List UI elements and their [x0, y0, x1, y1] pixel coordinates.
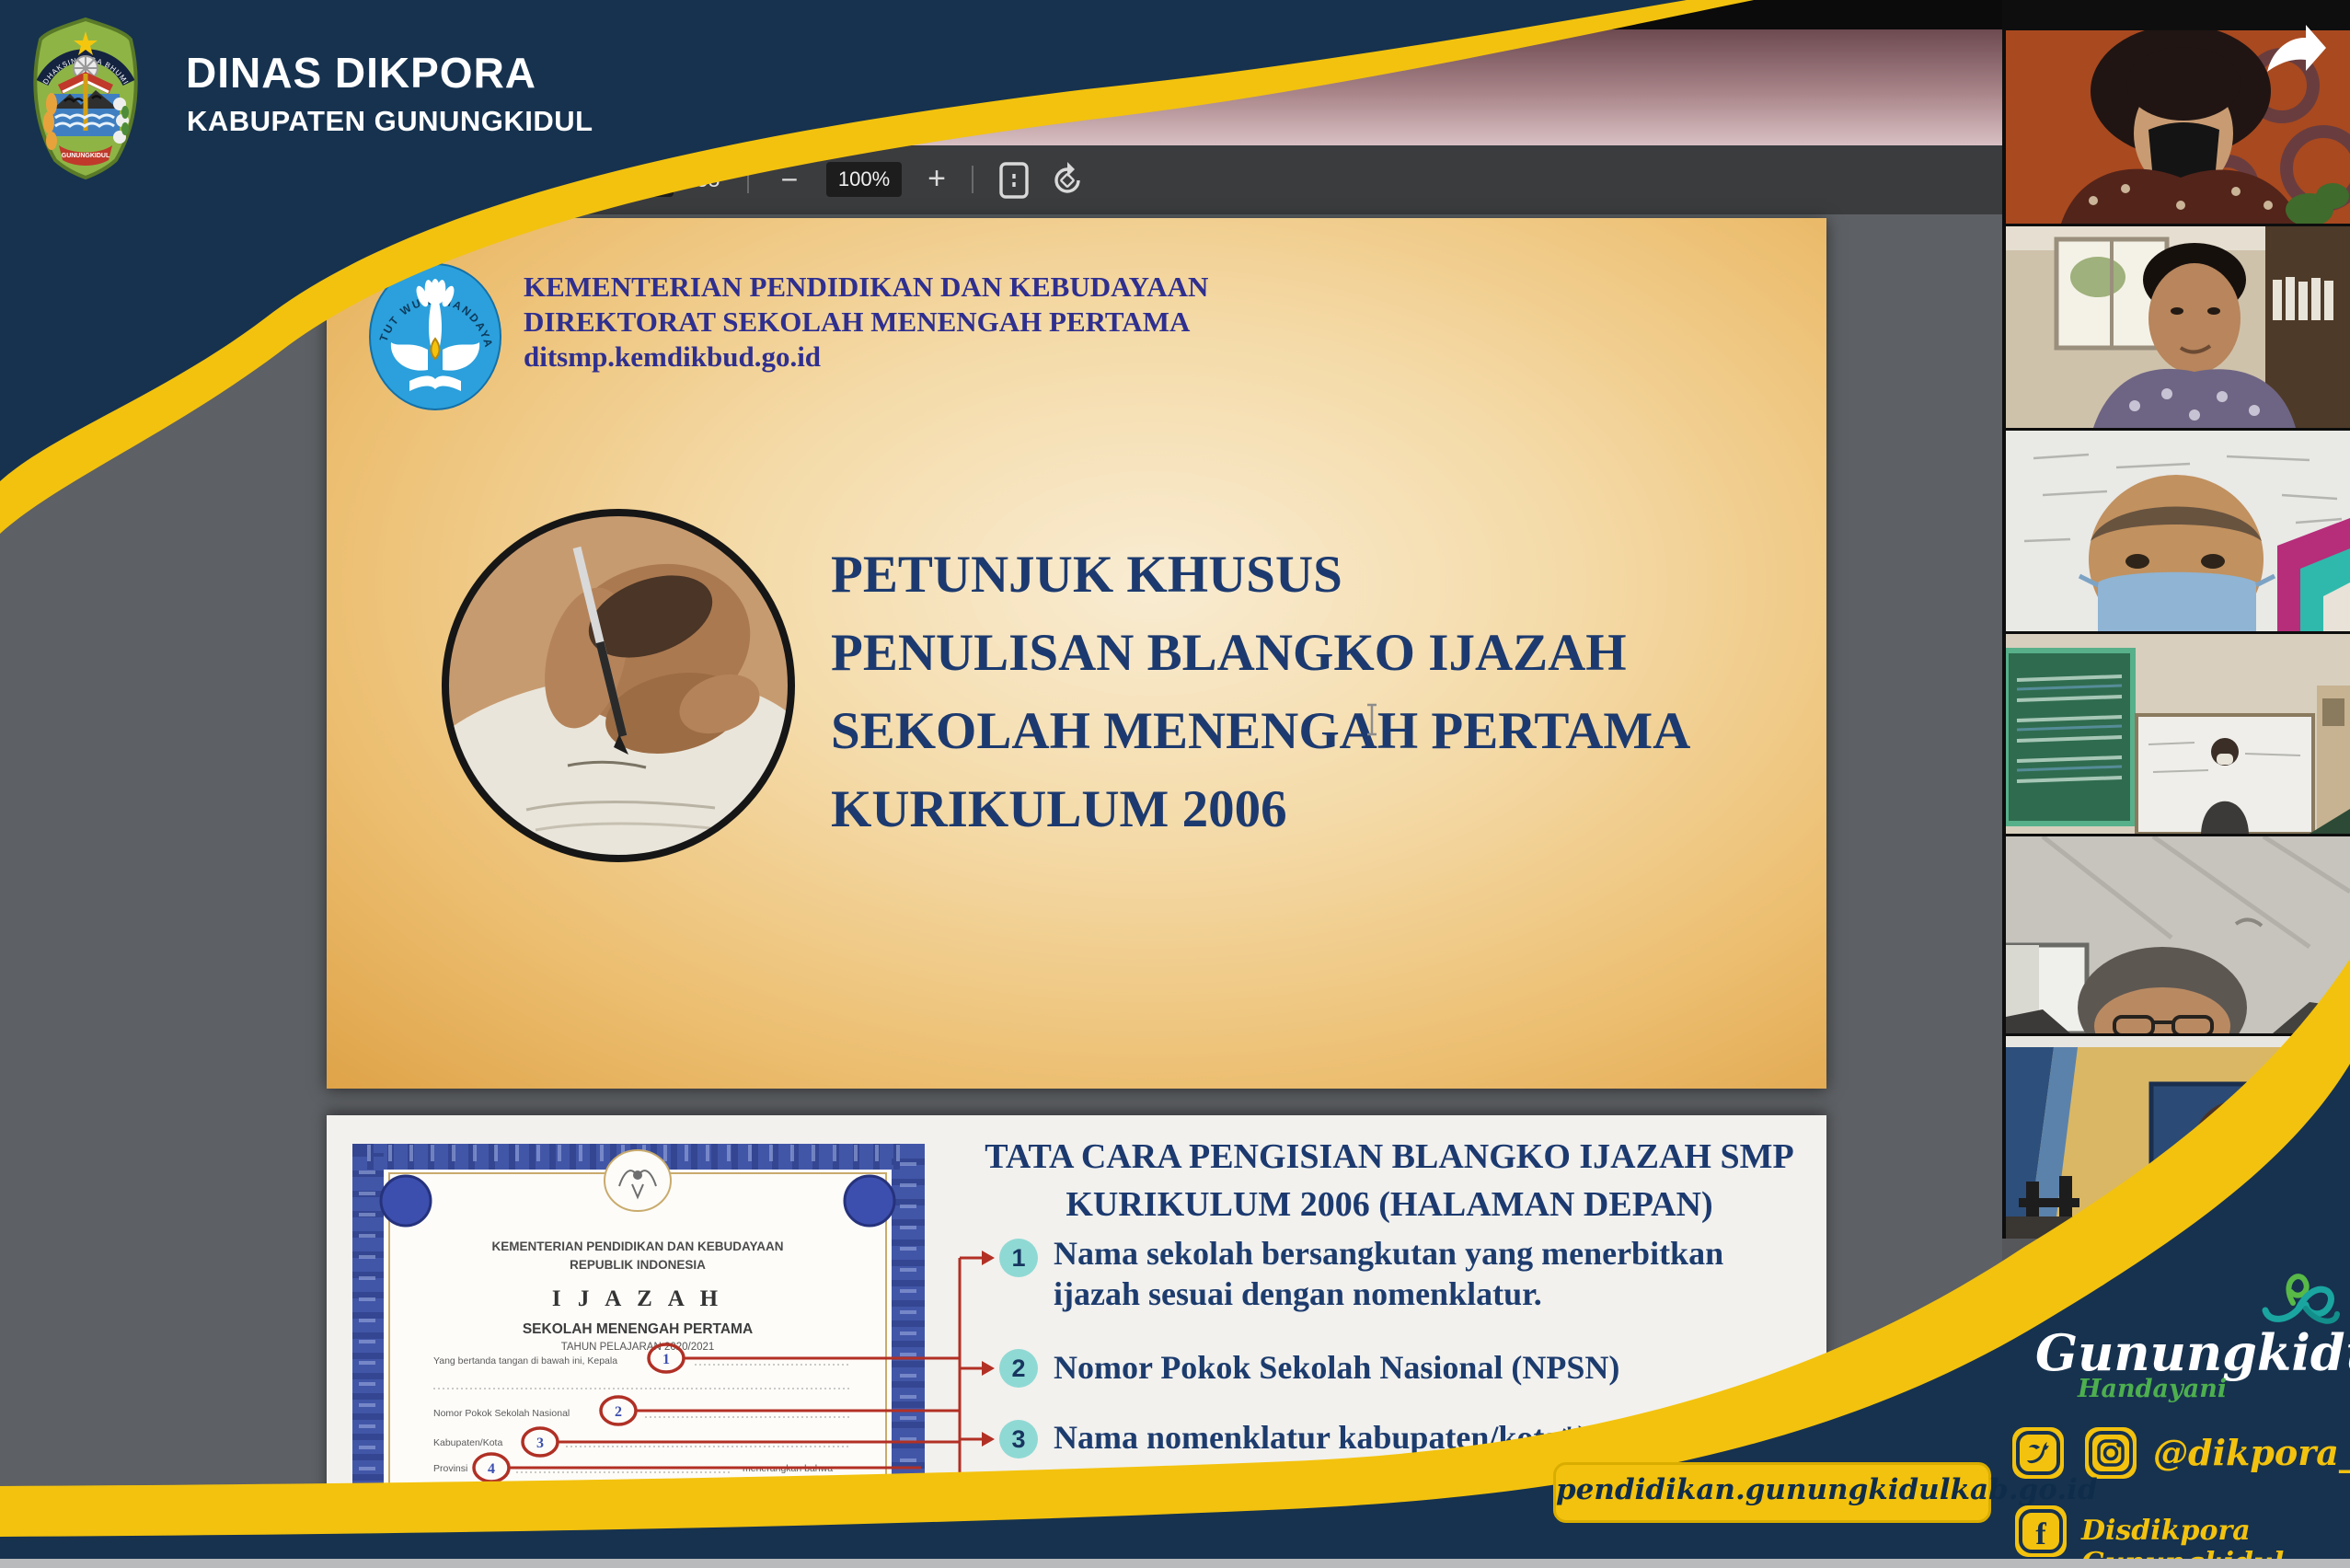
slide-title-line: SEKOLAH MENENGAH PERTAMA: [831, 701, 1690, 761]
agency-region: KABUPATEN GUNUNGKIDUL: [187, 105, 593, 138]
participant-video-4[interactable]: [2006, 634, 2350, 834]
toolbar-divider: [972, 166, 973, 193]
item-badge-2: 2: [999, 1349, 1038, 1388]
instagram-icon: [2085, 1427, 2137, 1479]
svg-text:Provinsi: Provinsi: [433, 1463, 467, 1474]
agency-name: DINAS DIKPORA: [186, 48, 536, 98]
slide-org-line: KEMENTERIAN PENDIDIKAN DAN KEBUDAYAAN: [524, 271, 1208, 304]
text-cursor-icon: [1365, 702, 1379, 742]
slide-title-line: KURIKULUM 2006: [831, 779, 1287, 839]
svg-text:I J A Z A H: I J A Z A H: [552, 1286, 723, 1311]
footer-brand-name: Gunungkidul: [2035, 1323, 2350, 1382]
agency-crest: DHAKSINARGA BHUMIKARTA GUNUNGKIDUL: [24, 17, 147, 185]
svg-text:4: 4: [488, 1461, 495, 1477]
social-handle: @dikpora_gk: [2153, 1432, 2350, 1473]
page-number-input[interactable]: 12: [624, 162, 674, 197]
video-call-screenshot: 12 / 55 − 100% +: [0, 0, 2350, 1568]
participant-video-3[interactable]: [2006, 431, 2350, 631]
zoom-out-button[interactable]: −: [769, 155, 810, 204]
participant-video-5[interactable]: [2006, 836, 2350, 1033]
fit-page-icon[interactable]: [994, 158, 1034, 202]
page-total-label: / 55: [685, 162, 720, 197]
svg-text:3: 3: [536, 1435, 544, 1451]
slide-org-line: DIREKTORAT SEKOLAH MENENGAH PERTAMA: [524, 306, 1190, 339]
svg-text:2: 2: [615, 1404, 622, 1420]
rotate-page-icon[interactable]: [1047, 158, 1088, 202]
slide-org-line: ditsmp.kemdikbud.go.id: [524, 340, 821, 374]
twitter-icon: [2012, 1427, 2064, 1479]
share-arrow-icon[interactable]: [2262, 20, 2330, 84]
facebook-icon: f: [2015, 1505, 2067, 1557]
website-banner: pendidikan.gunungkidulkab.go.id: [1553, 1462, 1991, 1523]
svg-text:GUNUNGKIDUL: GUNUNGKIDUL: [62, 153, 110, 159]
svg-text:f: f: [2035, 1517, 2046, 1551]
svg-text:TAHUN PELAJARAN 2020/2021: TAHUN PELAJARAN 2020/2021: [561, 1342, 715, 1353]
svg-text:REPUBLIK INDONESIA: REPUBLIK INDONESIA: [570, 1258, 706, 1272]
svg-text:Yang bertanda tangan di bawah: Yang bertanda tangan di bawah ini, Kepal…: [433, 1355, 617, 1366]
svg-text:Kabupaten/Kota: Kabupaten/Kota: [433, 1437, 502, 1448]
svg-text:SEKOLAH MENENGAH PERTAMA: SEKOLAH MENENGAH PERTAMA: [523, 1321, 753, 1337]
writing-hand-photo: [439, 506, 798, 870]
item-badge-3: 3: [999, 1420, 1038, 1458]
item3-text-line1: Nama nomenklatur kabupaten/kota*) (: [1054, 1418, 1607, 1457]
tut-wuri-handayani-logo: TUT WURI HANDAYANI: [367, 261, 505, 418]
participant-video-2[interactable]: [2006, 226, 2350, 428]
slide-title-line: PETUNJUK KHUSUS: [831, 545, 1342, 605]
ijazah-certificate-preview: KEMENTERIAN PENDIDIKAN DAN KEBUDAYAAN RE…: [352, 1144, 996, 1568]
svg-text:KEMENTERIAN PENDIDIKAN DAN KEB: KEMENTERIAN PENDIDIKAN DAN KEBUDAYAAN: [491, 1239, 783, 1253]
svg-text:5: 5: [634, 1510, 641, 1526]
screen-share-area: [0, 0, 2350, 29]
participant-video-6[interactable]: [2006, 1036, 2350, 1239]
pdf-toolbar: 12 / 55 − 100% +: [0, 145, 2002, 214]
zoom-in-button[interactable]: +: [916, 155, 957, 204]
bottom-edge-strip: [0, 1559, 2350, 1568]
item1-text-line1: Nama sekolah bersangkutan yang menerbitk…: [1054, 1234, 1723, 1273]
pdf-page-current: TUT WURI HANDAYANI KEMENTERIAN PENDIDIKA…: [327, 218, 1826, 1089]
item2-text: Nomor Pokok Sekolah Nasional (NPSN): [1054, 1348, 1619, 1387]
slide2-title-line1: TATA CARA PENGISIAN BLANGKO IJAZAH SMP: [929, 1133, 1849, 1181]
footer-brand-tagline: Handayani: [2078, 1375, 2227, 1403]
zoom-level-input[interactable]: 100%: [826, 162, 902, 197]
toolbar-divider: [747, 166, 749, 193]
slide-title-line: PENULISAN BLANGKO IJAZAH: [831, 623, 1627, 683]
website-url: pendidikan.gunungkidulkab.go.id: [1556, 1473, 2098, 1506]
item3-text-line2: mencoret) me: [1054, 1458, 1247, 1497]
item-badge-1: 1: [999, 1239, 1038, 1277]
svg-text:Nomor Pokok Sekolah Nasional: Nomor Pokok Sekolah Nasional: [433, 1408, 570, 1419]
svg-text:1: 1: [662, 1352, 670, 1367]
item1-text-line2: ijazah sesuai dengan nomenklatur.: [1054, 1274, 1542, 1313]
slide2-title: TATA CARA PENGISIAN BLANGKO IJAZAH SMP K…: [929, 1133, 1849, 1228]
slide2-title-line2: KURIKULUM 2006 (HALAMAN DEPAN): [929, 1181, 1849, 1228]
